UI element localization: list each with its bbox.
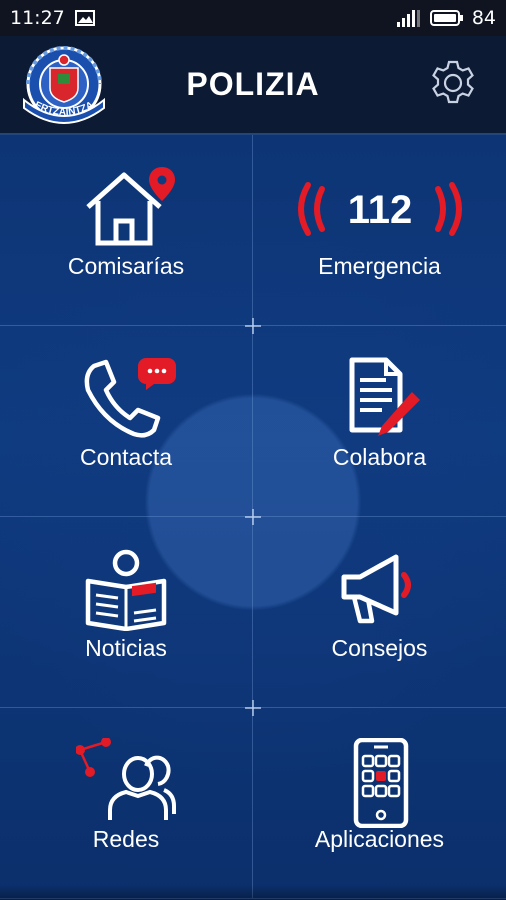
document-pen-icon [349, 357, 420, 436]
tile-label: Noticias [85, 635, 167, 661]
tile-label: Consejos [331, 635, 428, 661]
apps-phone-icon [353, 738, 408, 828]
tile-emergencia[interactable]: 112 Emergencia [253, 135, 506, 326]
tile-comisarias[interactable]: Comisarías [0, 135, 253, 326]
grid-plus-marker [245, 509, 261, 525]
tile-label: Comisarías [67, 253, 185, 279]
social-network-icon [76, 738, 176, 820]
image-icon [74, 10, 95, 26]
battery-icon [429, 10, 463, 26]
newspaper-reader-icon [85, 549, 167, 631]
tile-label: Aplicaciones [314, 826, 445, 852]
grid-plus-marker [245, 318, 261, 334]
emergency-112-icon: 112 [297, 182, 462, 236]
menu-grid: Comisarías 112 Emergencia Contacta Colab… [0, 135, 506, 900]
tile-noticias[interactable]: Noticias [0, 517, 253, 708]
tile-colabora[interactable]: Colabora [253, 326, 506, 517]
phone-chat-icon [84, 358, 176, 438]
tile-aplicaciones[interactable]: Aplicaciones [253, 708, 506, 899]
bottom-shade [0, 885, 506, 900]
tile-consejos[interactable]: Consejos [253, 517, 506, 708]
signal-icon [396, 10, 420, 27]
emergency-number: 112 [347, 188, 412, 232]
status-bar: 11:27 84 [0, 0, 506, 36]
tile-redes[interactable]: Redes [0, 708, 253, 899]
clock: 11:27 [10, 7, 65, 29]
grid-plus-marker [245, 700, 261, 716]
tile-contacta[interactable]: Contacta [0, 326, 253, 517]
tile-label: Contacta [79, 444, 173, 470]
tile-label: Emergencia [318, 253, 441, 279]
tile-label: Redes [92, 826, 160, 852]
gear-icon[interactable] [428, 58, 478, 108]
battery-level: 84 [471, 7, 496, 29]
app-header: ERTZAINTZA POLIZIA [0, 36, 506, 135]
megaphone-icon [341, 554, 411, 624]
police-station-location-icon [86, 167, 175, 246]
tile-label: Colabora [332, 444, 427, 470]
